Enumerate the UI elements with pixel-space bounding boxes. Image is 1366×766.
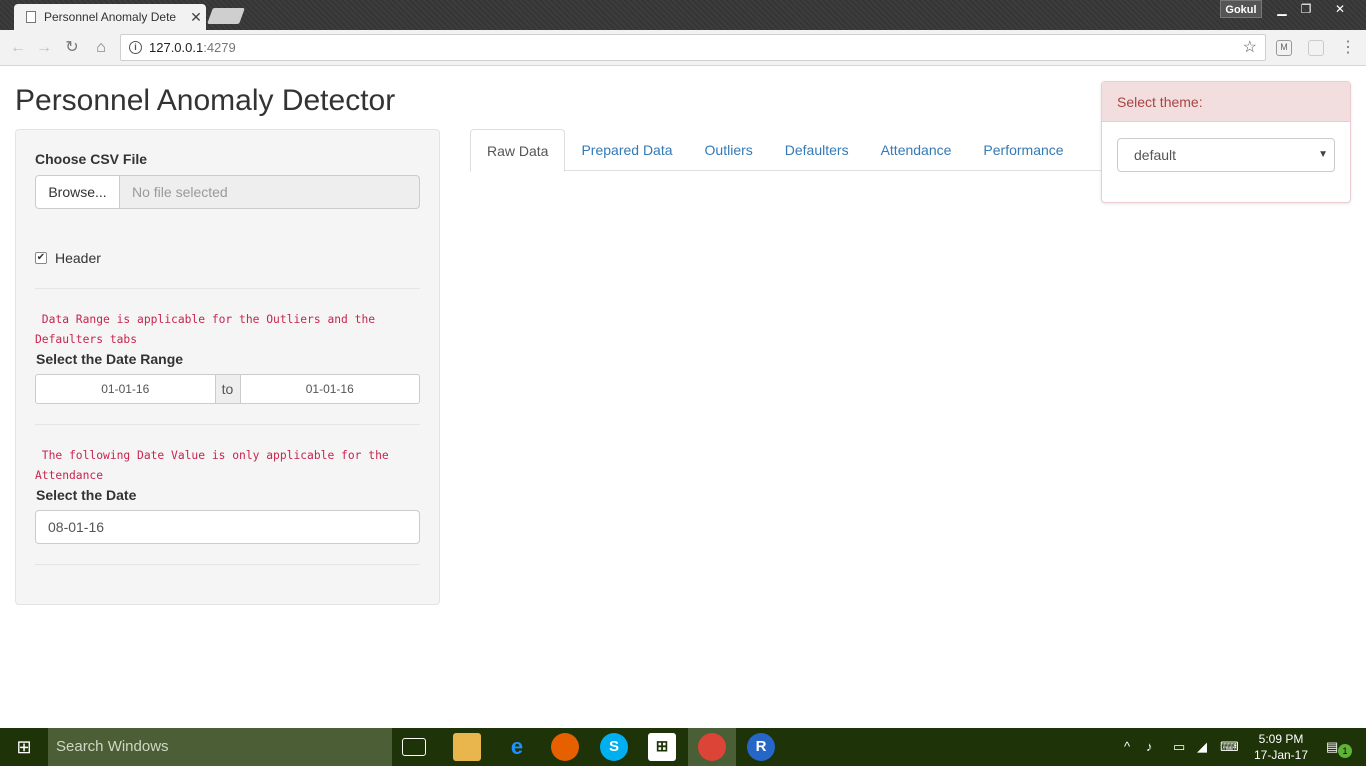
menu-icon[interactable]: ⋮ — [1338, 38, 1358, 58]
divider — [35, 424, 420, 425]
reload-icon[interactable]: ↻ — [62, 38, 82, 58]
home-icon[interactable]: ⌂ — [91, 38, 111, 58]
browser-toolbar: ← → ↻ ⌂ i 127.0.0.1:4279 ☆ M ⋮ — [0, 30, 1366, 66]
new-tab-button[interactable] — [207, 8, 245, 24]
keyboard-icon[interactable]: ⌨ — [1220, 728, 1239, 766]
edge-icon[interactable]: e — [503, 733, 531, 761]
address-bar[interactable]: i 127.0.0.1:4279 ☆ — [120, 34, 1266, 61]
show-hidden-icons-icon[interactable]: ^ — [1124, 728, 1130, 766]
date-note-line: The following Date Value is only applica… — [35, 449, 389, 462]
date-range-note-line: Defaulters tabs — [35, 333, 138, 346]
theme-heading: Select theme: — [1102, 82, 1350, 122]
taskbar: ⊞ Search Windows e S ⊞ R ^ ♪ ▭ ◢ ⌨ 5:09 … — [0, 728, 1366, 766]
divider — [35, 288, 420, 289]
date-input[interactable]: 08-01-16 — [35, 510, 420, 544]
windows-start-icon[interactable]: ⊞ — [0, 728, 48, 766]
chrome-icon[interactable] — [698, 733, 726, 761]
extension-icon-2[interactable] — [1308, 40, 1324, 56]
tab-attendance[interactable]: Attendance — [865, 129, 968, 171]
theme-select-value: default — [1134, 147, 1177, 163]
network-icon[interactable]: ◢ — [1197, 728, 1207, 766]
tab-outliers[interactable]: Outliers — [689, 129, 769, 171]
bookmark-star-icon[interactable]: ☆ — [1243, 35, 1257, 60]
date-range-label: Select the Date Range — [36, 351, 184, 367]
page-icon — [26, 11, 36, 23]
date-range-note-line: Data Range is applicable for the Outlier… — [35, 313, 376, 326]
minimize-icon[interactable]: ▁ — [1270, 0, 1294, 18]
tab-title: Personnel Anomaly Dete — [44, 10, 177, 24]
date-range-note: Data Range is applicable for the Outlier… — [35, 310, 420, 350]
date-range-separator: to — [215, 374, 240, 404]
theme-select[interactable]: default ▼ — [1117, 138, 1335, 172]
date-note-line: Attendance — [35, 469, 104, 482]
date-label: Select the Date — [36, 487, 137, 503]
date-range-start[interactable]: 01-01-16 — [35, 374, 216, 404]
clock-date: 17-Jan-17 — [1253, 748, 1309, 762]
tab-close-icon[interactable]: ✕ — [186, 9, 206, 26]
theme-selector-panel: Select theme: default ▼ — [1101, 81, 1351, 203]
date-note: The following Date Value is only applica… — [35, 446, 420, 486]
url-host: 127.0.0.1 — [149, 40, 204, 55]
browser-tab[interactable]: Personnel Anomaly Dete ✕ — [14, 4, 206, 30]
date-range-input: 01-01-16 to 01-01-16 — [35, 374, 420, 404]
extension-icon[interactable]: M — [1276, 40, 1292, 56]
volume-icon[interactable]: ♪ — [1146, 728, 1153, 766]
tab-raw-data[interactable]: Raw Data — [470, 129, 566, 172]
back-icon[interactable]: ← — [8, 38, 28, 58]
close-window-icon[interactable]: ✕ — [1328, 0, 1352, 18]
tab-defaulters[interactable]: Defaulters — [769, 129, 865, 171]
url-port: :4279 — [203, 40, 236, 55]
skype-icon[interactable]: S — [600, 733, 628, 761]
clock[interactable]: 5:09 PM 17-Jan-17 — [1248, 731, 1314, 763]
dropdown-caret-icon: ▼ — [1318, 149, 1328, 160]
task-view-icon[interactable] — [402, 738, 426, 756]
main-tabs: Raw Data Prepared Data Outliers Defaulte… — [470, 129, 1110, 172]
file-explorer-icon[interactable] — [453, 733, 481, 761]
file-name-display[interactable]: No file selected — [120, 175, 420, 209]
header-checkbox-label: Header — [55, 250, 101, 266]
divider — [35, 564, 420, 565]
profile-button[interactable]: Gokul — [1220, 0, 1262, 18]
forward-icon[interactable]: → — [34, 38, 54, 58]
header-checkbox[interactable]: ✔ — [35, 252, 47, 264]
date-range-end[interactable]: 01-01-16 — [239, 374, 420, 404]
info-icon[interactable]: i — [129, 41, 142, 54]
header-checkbox-row[interactable]: ✔ Header — [35, 250, 101, 266]
page: Personnel Anomaly Detector Choose CSV Fi… — [0, 66, 1366, 728]
file-input: Browse... No file selected — [35, 175, 420, 209]
store-icon[interactable]: ⊞ — [648, 733, 676, 761]
action-center-icon[interactable]: ▤ — [1326, 728, 1338, 766]
browser-tabstrip: Personnel Anomaly Dete ✕ Gokul ▁ ❐ ✕ — [0, 0, 1366, 30]
sidebar-panel: Choose CSV File Browse... No file select… — [15, 129, 440, 605]
page-title: Personnel Anomaly Detector — [15, 84, 396, 117]
tab-performance[interactable]: Performance — [967, 129, 1079, 171]
notification-badge: 1 — [1338, 744, 1352, 758]
browse-button[interactable]: Browse... — [35, 175, 120, 209]
firefox-icon[interactable] — [551, 733, 579, 761]
clock-time: 5:09 PM — [1258, 732, 1304, 746]
battery-icon[interactable]: ▭ — [1173, 728, 1185, 766]
r-app-icon[interactable]: R — [747, 733, 775, 761]
tab-prepared-data[interactable]: Prepared Data — [565, 129, 688, 171]
file-input-label: Choose CSV File — [35, 151, 148, 167]
restore-icon[interactable]: ❐ — [1294, 0, 1318, 18]
taskbar-search[interactable]: Search Windows — [48, 728, 392, 766]
